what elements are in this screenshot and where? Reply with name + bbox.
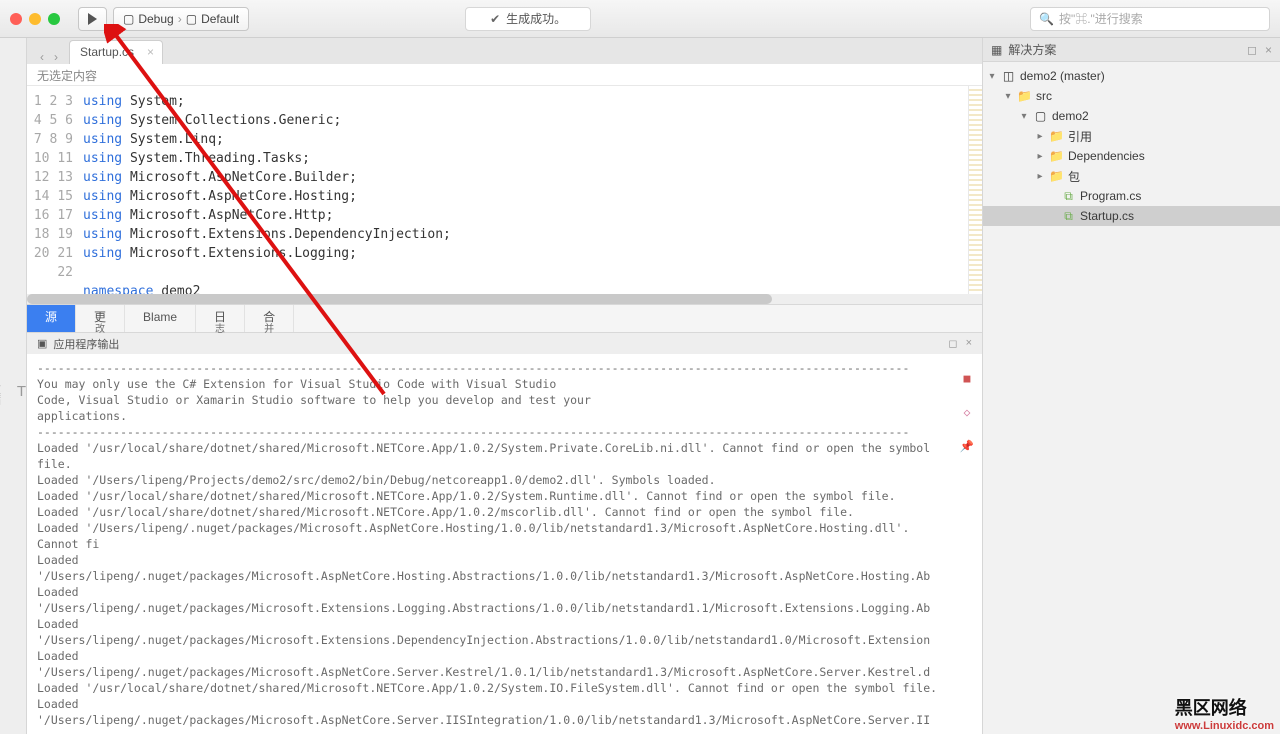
configuration-selector[interactable]: ▢ Debug › ▢ Default: [113, 7, 249, 31]
pad-maximize-icon[interactable]: ◻: [948, 337, 957, 350]
code-content[interactable]: using System; using System.Collections.G…: [83, 86, 982, 294]
nav-forward-icon[interactable]: ›: [49, 50, 63, 64]
output-title: 应用程序输出: [53, 336, 119, 352]
tab-startup-cs[interactable]: Startup.cs ×: [69, 40, 163, 64]
target-label: Default: [201, 12, 239, 26]
tab-changes[interactable]: 更改: [76, 305, 125, 332]
minimap[interactable]: [968, 86, 982, 294]
search-placeholder: 按"⌘."进行搜索: [1059, 10, 1143, 27]
left-toolbox-rail: T 工具箱 ▤ 文档大纲: [0, 38, 27, 734]
solution-panel: ▦ 解决方案 ◻ × ▾◫demo2 (master) ▾📁src ▾▢demo…: [982, 38, 1280, 734]
tree-file-program[interactable]: ⧉Program.cs: [983, 186, 1280, 206]
tree-src-folder[interactable]: ▾📁src: [983, 86, 1280, 106]
tree-dependencies[interactable]: ▸📁Dependencies: [983, 146, 1280, 166]
close-window-icon[interactable]: [10, 13, 22, 25]
device-icon: ▢: [123, 12, 134, 26]
tab-source[interactable]: 源: [27, 305, 76, 332]
clear-icon[interactable]: ◇: [964, 404, 971, 420]
tab-merge[interactable]: 合并: [245, 305, 294, 332]
editor-tabbar: ‹ › Startup.cs ×: [27, 38, 982, 64]
tree-references[interactable]: ▸📁引用: [983, 126, 1280, 146]
pin-icon[interactable]: 📌: [960, 438, 974, 454]
output-panel[interactable]: ----------------------------------------…: [27, 354, 982, 734]
text-tool-icon[interactable]: T: [17, 383, 26, 400]
titlebar: ▢ Debug › ▢ Default ✔ 生成成功。 🔍 按"⌘."进行搜索: [0, 0, 1280, 38]
search-icon: 🔍: [1039, 12, 1054, 26]
tab-label: Startup.cs: [80, 45, 134, 59]
output-panel-header: ▣ 应用程序输出 ◻ ×: [27, 332, 982, 354]
tree-project-demo2[interactable]: ▾▢demo2: [983, 106, 1280, 126]
close-icon[interactable]: ×: [147, 45, 154, 59]
breadcrumb-text: 无选定内容: [37, 69, 97, 83]
line-number-gutter: 1 2 3 4 5 6 7 8 9 10 11 12 13 14 15 16 1…: [27, 86, 83, 294]
toolbox-label[interactable]: 工具箱: [0, 378, 3, 405]
solution-tree[interactable]: ▾◫demo2 (master) ▾📁src ▾▢demo2 ▸📁引用 ▸📁De…: [983, 62, 1280, 230]
solution-title: 解决方案: [1008, 41, 1056, 58]
code-editor[interactable]: 1 2 3 4 5 6 7 8 9 10 11 12 13 14 15 16 1…: [27, 86, 982, 294]
check-icon: ✔: [490, 12, 500, 26]
breadcrumb[interactable]: 无选定内容: [27, 64, 982, 86]
pad-close-icon[interactable]: ×: [1265, 43, 1272, 57]
minimize-window-icon[interactable]: [29, 13, 41, 25]
window-controls: [10, 13, 60, 25]
scrollbar-thumb[interactable]: [27, 294, 772, 304]
output-text[interactable]: ----------------------------------------…: [27, 354, 952, 734]
pad-maximize-icon[interactable]: ◻: [1247, 43, 1257, 57]
solution-icon: ▦: [991, 43, 1002, 57]
stop-icon[interactable]: ■: [964, 370, 971, 386]
tab-blame[interactable]: Blame: [125, 305, 196, 332]
nav-back-icon[interactable]: ‹: [35, 50, 49, 64]
target-icon: ▢: [186, 12, 197, 26]
terminal-icon: ▣: [37, 337, 47, 350]
search-input[interactable]: 🔍 按"⌘."进行搜索: [1030, 7, 1270, 31]
play-icon: [88, 13, 97, 25]
run-button[interactable]: [78, 7, 107, 31]
status-text: 生成成功。: [506, 10, 566, 27]
watermark: 黑区网络 www.Linuxidc.com: [1175, 694, 1274, 732]
horizontal-scrollbar[interactable]: [27, 294, 982, 304]
chevron-right-icon: ›: [178, 12, 182, 26]
tree-file-startup[interactable]: ⧉Startup.cs: [983, 206, 1280, 226]
output-toolbar: ■ ◇ 📌: [952, 354, 982, 734]
build-status: ✔ 生成成功。: [465, 7, 591, 31]
tree-packages[interactable]: ▸📁包: [983, 166, 1280, 186]
source-control-tabs: 源 更改 Blame 日志 合并: [27, 304, 982, 332]
config-label: Debug: [138, 12, 173, 26]
tree-solution-root[interactable]: ▾◫demo2 (master): [983, 66, 1280, 86]
pad-close-icon[interactable]: ×: [966, 337, 972, 350]
zoom-window-icon[interactable]: [48, 13, 60, 25]
tab-log[interactable]: 日志: [196, 305, 245, 332]
